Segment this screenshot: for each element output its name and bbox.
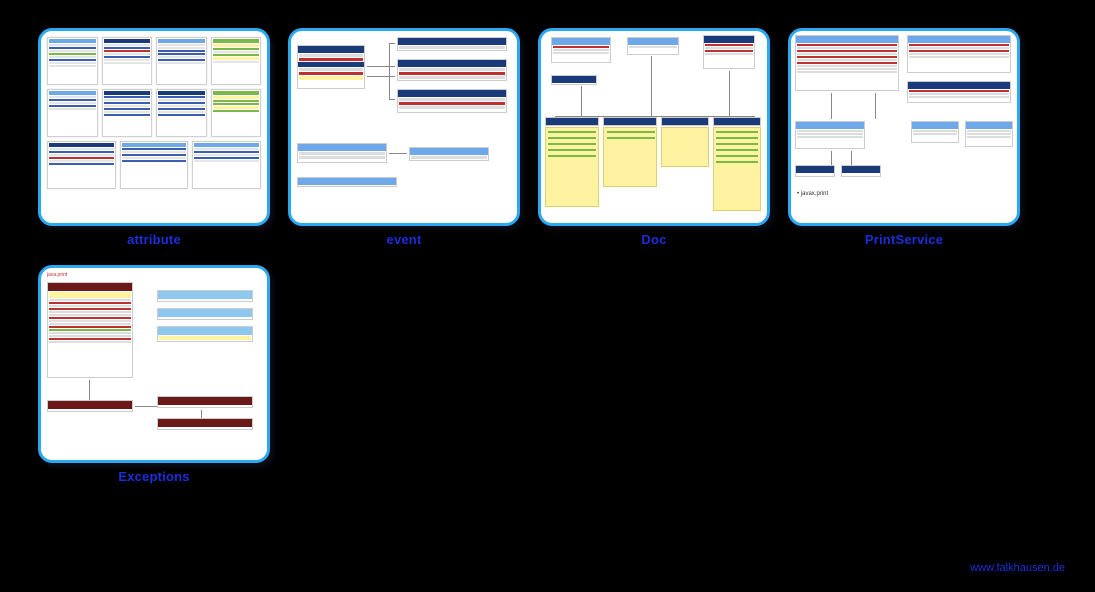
mini-caption — [47, 191, 261, 196]
thumb-wrap-attribute: attribute — [38, 28, 270, 247]
thumb-label-event: event — [387, 232, 422, 247]
thumb-wrap-printservice: • javax.print PrintService — [788, 28, 1020, 247]
thumbnail-attribute[interactable] — [38, 28, 270, 226]
thumbnail-exceptions[interactable]: java.print — [38, 265, 270, 463]
mini-caption: java.print — [47, 272, 67, 278]
thumb-label-doc: Doc — [641, 232, 666, 247]
thumb-label-printservice: PrintService — [865, 232, 943, 247]
thumbnail-printservice[interactable]: • javax.print — [788, 28, 1020, 226]
thumb-wrap-event: event — [288, 28, 520, 247]
thumb-label-attribute: attribute — [127, 232, 181, 247]
footer-link[interactable]: www.falkhausen.de — [970, 562, 1065, 574]
thumb-label-exceptions: Exceptions — [118, 469, 189, 484]
thumbnail-doc[interactable] — [538, 28, 770, 226]
mini-footnote: • javax.print — [797, 191, 828, 197]
thumb-wrap-exceptions: java.print Exceptions — [38, 265, 270, 484]
thumb-wrap-doc: Doc — [538, 28, 770, 247]
thumbnail-gallery: attribute event — [0, 0, 1095, 494]
thumbnail-event[interactable] — [288, 28, 520, 226]
